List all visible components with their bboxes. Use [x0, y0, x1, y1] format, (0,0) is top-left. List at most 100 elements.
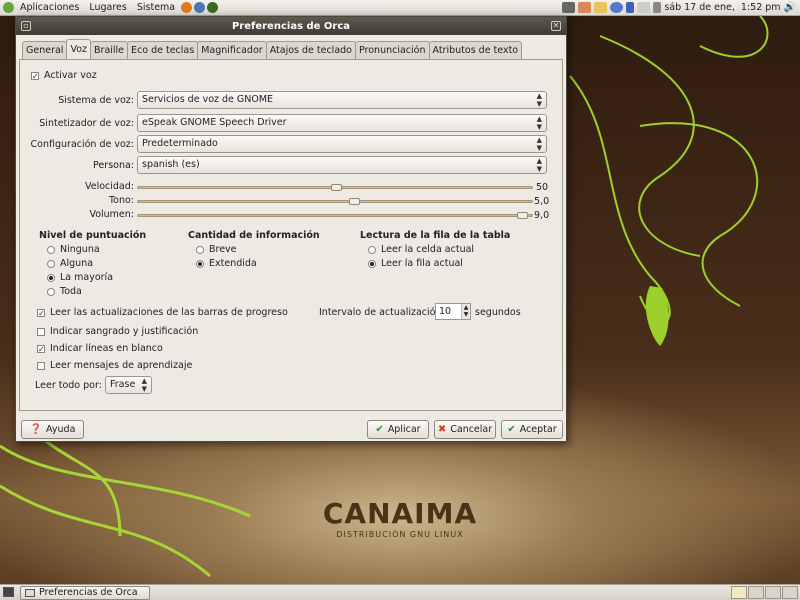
- check-icon: ✔: [375, 424, 384, 435]
- distro-logo-icon[interactable]: [3, 2, 14, 13]
- say-all-combo[interactable]: Frase ▲ ▼: [105, 376, 152, 394]
- tab-braille[interactable]: Braille: [90, 41, 129, 59]
- update-interval-label: Intervalo de actualización:: [319, 307, 445, 318]
- pitch-slider[interactable]: [137, 200, 533, 203]
- tab-general[interactable]: General: [22, 41, 68, 59]
- tutorial-checkbox[interactable]: Leer mensajes de aprendizaje: [37, 360, 192, 371]
- accessibility-icon[interactable]: [578, 2, 592, 13]
- person-combo[interactable]: spanish (es) ▲ ▼: [137, 156, 547, 174]
- menu-applications[interactable]: Aplicaciones: [15, 2, 84, 13]
- workspace-1[interactable]: [731, 586, 747, 599]
- punctuation-all-radio[interactable]: Toda: [47, 286, 82, 297]
- table-read-row-radio[interactable]: Leer la fila actual: [368, 258, 463, 269]
- volume-slider[interactable]: [137, 214, 533, 217]
- voice-settings-combo[interactable]: Predeterminado ▲ ▼: [137, 135, 547, 153]
- pitch-value: 5,0: [534, 196, 550, 207]
- help-button-label: Ayuda: [46, 424, 76, 435]
- workspace-4[interactable]: [782, 586, 798, 599]
- blank-lines-checkbox[interactable]: ✓ Indicar líneas en blanco: [37, 343, 163, 354]
- punctuation-some-radio[interactable]: Alguna: [47, 258, 93, 269]
- pitch-slider-thumb[interactable]: [349, 198, 360, 205]
- radio-indicator: [368, 259, 376, 268]
- checkbox-box: ✓: [37, 308, 45, 318]
- update-interval-spinner[interactable]: 10 ▲ ▼: [435, 303, 471, 320]
- update-interval-value: 10: [439, 306, 452, 317]
- taskbar-item-orca[interactable]: Preferencias de Orca: [20, 585, 150, 600]
- radio-indicator: [47, 287, 55, 296]
- logo-title: CANAIMA: [322, 497, 478, 530]
- tab-voz[interactable]: Voz: [66, 39, 92, 59]
- volume-label: Volumen:: [89, 209, 134, 220]
- punctuation-title: Nivel de puntuación: [39, 230, 147, 241]
- speech-system-combo[interactable]: Servicios de voz de GNOME ▲ ▼: [137, 91, 547, 109]
- system-tray: sáb 17 de ene, 1:52 pm 🔊: [562, 2, 800, 13]
- bluetooth-icon[interactable]: [626, 2, 635, 13]
- progress-updates-checkbox[interactable]: ✓ Leer las actualizaciones de las barras…: [37, 307, 288, 318]
- keyboard-icon[interactable]: [637, 2, 651, 13]
- workspace-3[interactable]: [765, 586, 781, 599]
- cancel-button[interactable]: ✖ Cancelar: [434, 420, 496, 439]
- spinner-arrows-icon[interactable]: ▲ ▼: [461, 304, 470, 319]
- close-icon[interactable]: ✕: [551, 21, 561, 31]
- verbosity-brief-radio[interactable]: Breve: [196, 244, 237, 255]
- cancel-icon: ✖: [437, 424, 447, 435]
- rate-label: Velocidad:: [84, 181, 134, 192]
- checkbox-box: ✓: [31, 71, 39, 81]
- apply-button[interactable]: ✔ Aplicar: [367, 420, 429, 439]
- speech-system-value: Servicios de voz de GNOME: [142, 94, 274, 105]
- radio-label: Leer la celda actual: [381, 244, 475, 255]
- volume-value: 9,0: [534, 210, 550, 221]
- enable-speech-label: Activar voz: [44, 70, 97, 81]
- window-titlebar[interactable]: ▫ Preferencias de Orca ✕: [16, 17, 566, 35]
- speech-system-label: Sistema de voz:: [58, 95, 134, 106]
- punctuation-none-radio[interactable]: Ninguna: [47, 244, 100, 255]
- verbosity-title: Cantidad de información: [188, 230, 320, 241]
- verbosity-verbose-radio[interactable]: Extendida: [196, 258, 257, 269]
- show-desktop-icon[interactable]: [3, 587, 14, 597]
- radio-indicator: [196, 245, 204, 254]
- monitor-icon[interactable]: [562, 2, 576, 13]
- tab-text-attributes[interactable]: Atributos de texto: [428, 41, 523, 59]
- help-button[interactable]: ❓ Ayuda: [21, 420, 84, 439]
- email-launcher-icon[interactable]: [194, 2, 206, 13]
- clock[interactable]: sáb 17 de ene, 1:52 pm: [664, 2, 780, 13]
- enable-speech-checkbox[interactable]: ✓ Activar voz: [31, 70, 97, 81]
- combo-arrows-icon: ▲ ▼: [141, 377, 147, 393]
- combo-arrows-icon: ▲ ▼: [536, 136, 542, 152]
- checkbox-box: [37, 361, 45, 370]
- rate-slider-thumb[interactable]: [331, 184, 342, 191]
- power-icon[interactable]: [653, 2, 662, 13]
- indentation-checkbox[interactable]: Indicar sangrado y justificación: [37, 326, 198, 337]
- table-read-cell-radio[interactable]: Leer la celda actual: [368, 244, 474, 255]
- folder-icon[interactable]: [594, 2, 608, 13]
- radio-indicator: [47, 245, 55, 254]
- punctuation-most-radio[interactable]: La mayoría: [47, 272, 113, 283]
- tab-key-echo[interactable]: Eco de teclas: [127, 41, 199, 59]
- workspace-2[interactable]: [748, 586, 764, 599]
- checkbox-box: [37, 327, 45, 336]
- tab-magnifier[interactable]: Magnificador: [197, 41, 267, 59]
- speech-synth-value: eSpeak GNOME Speech Driver: [142, 117, 287, 128]
- network-icon[interactable]: [610, 2, 624, 13]
- logo-subtitle: DISTRIBUCIÓN GNU LINUX: [336, 530, 464, 539]
- combo-arrows-icon: ▲ ▼: [536, 157, 542, 173]
- table-rows-title: Lectura de la fila de la tabla: [360, 230, 511, 241]
- window-menu-icon[interactable]: ▫: [21, 21, 31, 31]
- tab-pronunciation[interactable]: Pronunciación: [354, 41, 430, 59]
- checkbox-box: ✓: [37, 344, 45, 354]
- person-value: spanish (es): [142, 159, 200, 170]
- browser-launcher-icon[interactable]: [181, 2, 193, 13]
- radio-label: Breve: [209, 244, 237, 255]
- radio-label: Toda: [60, 286, 82, 297]
- tab-key-bindings[interactable]: Atajos de teclado: [265, 41, 356, 59]
- taskbar-item-label: Preferencias de Orca: [39, 587, 138, 598]
- speech-synth-combo[interactable]: eSpeak GNOME Speech Driver ▲ ▼: [137, 114, 547, 132]
- menu-system[interactable]: Sistema: [132, 2, 180, 13]
- help-icon: ❓: [29, 424, 43, 435]
- menu-places[interactable]: Lugares: [84, 2, 132, 13]
- ok-button[interactable]: ✔ Aceptar: [501, 420, 563, 439]
- radio-label: Extendida: [209, 258, 257, 269]
- volume-slider-thumb[interactable]: [517, 212, 528, 219]
- app-launcher-icon[interactable]: [207, 2, 219, 13]
- volume-icon[interactable]: 🔊: [784, 2, 796, 13]
